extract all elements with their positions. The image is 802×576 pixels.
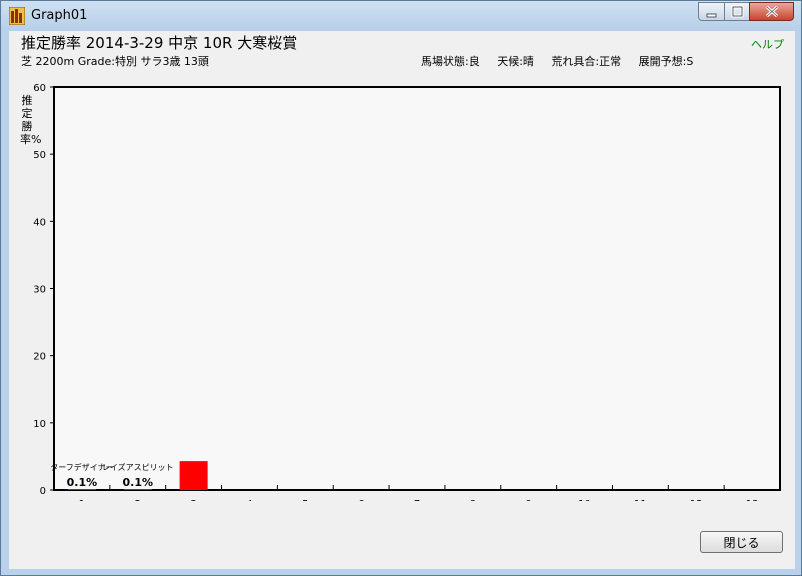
plot-area: [53, 86, 781, 491]
x-tick-label: 4: [246, 499, 252, 501]
client-area: 推定勝率 2014-3-29 中京 10R 大寒桜賞 芝 2200m Grade…: [9, 31, 795, 569]
bar-horse-name: レイズアスピリット: [102, 462, 174, 472]
y-tick-label: 60: [33, 83, 46, 94]
y-tick-label: 0: [40, 486, 46, 497]
bar-horse-2: [123, 489, 152, 490]
x-tick-label: 2: [135, 499, 141, 501]
x-tick-label: 3: [190, 499, 196, 501]
window-title: Graph01: [31, 8, 88, 23]
x-tick-label: 1: [79, 499, 85, 501]
x-tick-label: 10: [578, 499, 591, 501]
maximize-icon: [731, 5, 744, 18]
x-tick-label: 6: [358, 499, 364, 501]
bar-value-label: 0.1%: [67, 476, 98, 489]
title-bar[interactable]: Graph01: [1, 1, 801, 31]
x-tick-label: 5: [302, 499, 308, 501]
y-tick-label: 50: [33, 150, 46, 161]
y-tick-label: 40: [33, 217, 46, 228]
x-tick-label: 9: [526, 499, 532, 501]
close-icon: [765, 5, 779, 18]
x-tick-label: 8: [470, 499, 476, 501]
graph-window: Graph01 推定勝率 2014-3-29 中京 10R 大寒桜賞 芝 220…: [0, 0, 802, 576]
bar-horse-3: [179, 461, 208, 490]
y-tick-label: 30: [33, 285, 46, 296]
bar-horse-1: [67, 489, 96, 490]
bar-value-label: 0.1%: [123, 476, 154, 489]
y-tick-label: 10: [33, 419, 46, 430]
close-button[interactable]: 閉じる: [700, 531, 783, 553]
x-tick-label: 7: [414, 499, 420, 501]
minimize-button[interactable]: [698, 2, 725, 21]
win-rate-chart: 010203040506012345678910111213馬番ターフデザイナー…: [33, 83, 781, 501]
close-window-button[interactable]: [749, 2, 794, 21]
maximize-button[interactable]: [724, 2, 750, 21]
x-tick-label: 12: [690, 499, 703, 501]
x-tick-label: 13: [746, 499, 759, 501]
y-tick-label: 20: [33, 352, 46, 363]
app-icon: [9, 7, 25, 25]
x-tick-label: 11: [634, 499, 647, 501]
minimize-icon: [706, 13, 717, 18]
